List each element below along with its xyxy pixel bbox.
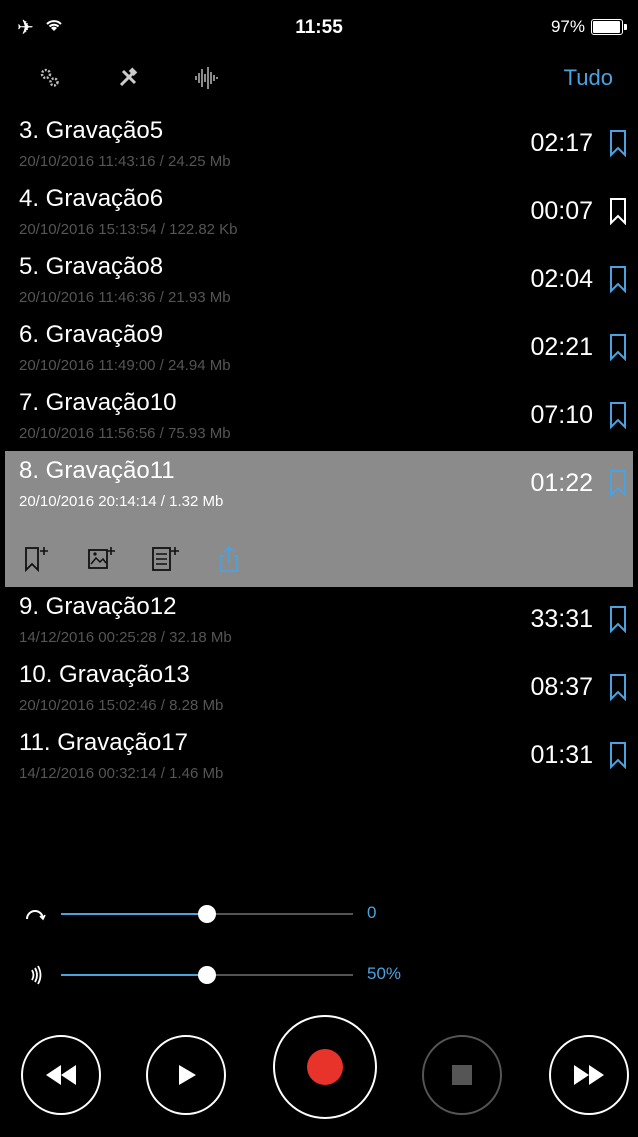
recording-meta: 20/10/2016 15:02:46 / 8.28 Mb [19,697,224,714]
playback-controls [5,1015,633,1119]
recording-meta: 20/10/2016 11:43:16 / 24.25 Mb [19,153,231,170]
list-item[interactable]: 7. Gravação10 20/10/2016 11:56:56 / 75.9… [5,383,633,451]
recording-actions [19,543,247,575]
recording-title: 9. Gravação12 [19,593,177,620]
recording-duration: 02:21 [530,333,593,361]
app-screen: ✈ 11:55 97% Tudo 3. Gravação5 20/10/2016… [5,5,633,1132]
recording-duration: 02:17 [530,129,593,157]
speed-slider[interactable]: 0 [5,899,633,929]
recording-title: 10. Gravação13 [19,661,190,688]
add-note-icon[interactable] [147,543,183,575]
volume-value: 50% [367,964,402,983]
recording-meta: 20/10/2016 11:49:00 / 24.94 Mb [19,357,231,374]
volume-icon [31,965,42,985]
battery-percent: 97% [550,17,585,36]
recording-meta: 20/10/2016 20:14:14 / 1.32 Mb [19,493,224,510]
recording-duration: 07:10 [530,401,593,429]
play-button[interactable] [146,1035,226,1115]
toolbar: Tudo [5,55,633,99]
bookmark-icon[interactable] [609,605,627,633]
add-image-icon[interactable] [83,543,119,575]
volume-slider-knob[interactable] [198,966,216,984]
bookmark-icon[interactable] [609,469,627,497]
recording-title: 11. Gravação17 [19,729,188,756]
tools-icon[interactable] [113,63,143,93]
recording-title: 3. Gravação5 [19,117,164,144]
play-icon [179,1065,196,1085]
volume-track[interactable] [61,966,353,984]
bookmark-icon[interactable] [609,673,627,701]
recording-meta: 14/12/2016 00:32:14 / 1.46 Mb [19,765,224,782]
recording-duration: 00:07 [530,197,593,225]
list-item[interactable]: 11. Gravação17 14/12/2016 00:32:14 / 1.4… [5,723,633,791]
bookmark-icon[interactable] [609,129,627,157]
list-item[interactable]: 10. Gravação13 20/10/2016 15:02:46 / 8.2… [5,655,633,723]
speed-icon [26,910,46,921]
recording-duration: 01:31 [530,741,593,769]
list-item[interactable]: 4. Gravação6 20/10/2016 15:13:54 / 122.8… [5,179,633,247]
list-item-selected[interactable]: 8. Gravação11 20/10/2016 20:14:14 / 1.32… [5,451,633,587]
bookmark-icon[interactable] [609,401,627,429]
speed-track[interactable] [61,905,353,923]
list-item[interactable]: 5. Gravação8 20/10/2016 11:46:36 / 21.93… [5,247,633,315]
status-time: 11:55 [295,17,343,38]
bookmark-icon[interactable] [609,741,627,769]
recording-title: 4. Gravação6 [19,185,164,212]
rewind-button[interactable] [21,1035,101,1115]
recording-duration: 08:37 [530,673,593,701]
bookmark-icon[interactable] [609,333,627,361]
recording-meta: 20/10/2016 11:56:56 / 75.93 Mb [19,425,231,442]
add-bookmark-icon[interactable] [19,543,55,575]
settings-gears-icon[interactable] [35,63,65,93]
speed-value: 0 [367,903,377,922]
recording-title: 7. Gravação10 [19,389,177,416]
filter-all-button[interactable]: Tudo [564,65,613,91]
record-icon [307,1049,343,1085]
list-item[interactable]: 9. Gravação12 14/12/2016 00:25:28 / 32.1… [5,587,633,655]
status-bar: ✈ 11:55 97% [5,5,633,47]
speed-slider-knob[interactable] [198,905,216,923]
recording-duration: 02:04 [530,265,593,293]
bookmark-icon[interactable] [609,265,627,293]
recording-meta: 20/10/2016 15:13:54 / 122.82 Kb [19,221,238,238]
record-button[interactable] [273,1015,377,1119]
stop-icon [452,1065,472,1085]
volume-slider[interactable]: 50% [5,960,633,990]
recording-title: 8. Gravação11 [19,457,175,484]
recording-duration: 33:31 [530,605,593,633]
fast-forward-button[interactable] [549,1035,629,1115]
battery-icon [591,19,627,35]
rewind-icon [46,1065,76,1085]
share-icon[interactable] [211,543,247,575]
recording-meta: 20/10/2016 11:46:36 / 21.93 Mb [19,289,231,306]
fast-forward-icon [574,1065,604,1085]
bookmark-icon[interactable] [609,197,627,225]
recording-title: 5. Gravação8 [19,253,164,280]
waveform-icon[interactable] [191,63,221,93]
recording-meta: 14/12/2016 00:25:28 / 32.18 Mb [19,629,232,646]
list-item[interactable]: 3. Gravação5 20/10/2016 11:43:16 / 24.25… [5,111,633,179]
recording-duration: 01:22 [530,469,593,497]
list-item[interactable]: 6. Gravação9 20/10/2016 11:49:00 / 24.94… [5,315,633,383]
stop-button[interactable] [422,1035,502,1115]
recordings-list: 3. Gravação5 20/10/2016 11:43:16 / 24.25… [5,111,633,791]
recording-title: 6. Gravação9 [19,321,164,348]
